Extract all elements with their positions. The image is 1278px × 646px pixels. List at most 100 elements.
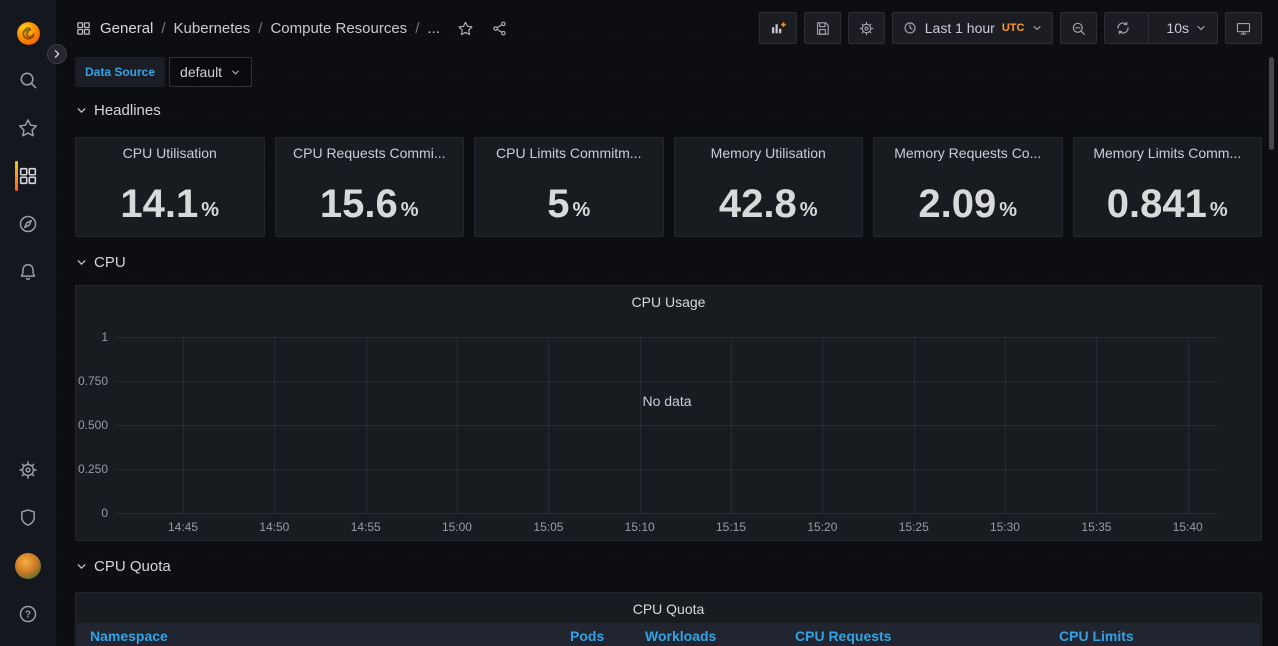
search-icon (20, 72, 37, 89)
share-alt-icon (493, 21, 506, 35)
chevron-down-icon (75, 104, 88, 117)
page-scrollbar[interactable] (1269, 57, 1274, 150)
breadcrumb-item-compute-resources[interactable]: Compute Resources (270, 20, 407, 37)
datasource-variable-dropdown[interactable]: default (169, 57, 253, 87)
dashboard-main: General / Kubernetes / Compute Resources… (56, 0, 1278, 646)
sidebar-item-search[interactable] (0, 60, 56, 100)
column-header-pods[interactable]: Pods (570, 628, 604, 644)
x-axis-tick: 15:25 (898, 520, 929, 534)
gear-icon (859, 21, 874, 35)
column-header-cpu-limits[interactable]: CPU Limits (1059, 628, 1134, 644)
panel-title[interactable]: Memory Utilisation (675, 145, 863, 161)
sidebar-item-alerting[interactable] (0, 252, 56, 292)
template-variables: Data Source default (75, 57, 253, 87)
section-header-cpu[interactable]: CPU (75, 254, 126, 271)
refresh-dashboard-button[interactable] (1105, 13, 1141, 43)
stat-panel-memory-utilisation: Memory Utilisation 42.8% (673, 137, 863, 237)
x-axis-tick: 14:45 (167, 520, 199, 534)
x-axis-tick: 15:15 (716, 520, 747, 534)
share-dashboard-button[interactable] (491, 20, 508, 37)
dashboard-settings-button[interactable] (847, 12, 885, 44)
x-axis-tick: 15:30 (989, 520, 1020, 534)
panel-title[interactable]: Memory Limits Comm... (1074, 145, 1262, 161)
stat-value: 15.6 (319, 182, 398, 226)
refresh-icon (1117, 21, 1130, 35)
stat-panel-cpu-utilisation: CPU Utilisation 14.1% (75, 137, 265, 237)
column-header-cpu-requests[interactable]: CPU Requests (795, 628, 891, 644)
dashboards-icon (19, 167, 37, 185)
grafana-logo-icon (16, 21, 40, 45)
sidebar: ? (0, 0, 56, 646)
chevron-down-icon (1033, 25, 1042, 31)
stat-value: 5 (547, 182, 570, 226)
stat-panel-cpu-limits-commitment: CPU Limits Commitm... 5% (474, 137, 664, 237)
chevron-down-icon (75, 256, 88, 269)
y-axis-tick: 0 (101, 506, 108, 520)
grafana-dashboard: ? General / Kubernetes / Compute Resourc… (0, 0, 1278, 646)
column-header-workloads[interactable]: Workloads (645, 628, 716, 644)
panel-title[interactable]: CPU Limits Commitm... (475, 145, 663, 161)
sidebar-item-dashboards[interactable] (0, 156, 56, 196)
time-range-picker[interactable]: Last 1 hour UTC (891, 12, 1054, 44)
star-dashboard-button[interactable] (457, 20, 474, 37)
stat-unit: % (400, 198, 419, 221)
sidebar-item-help[interactable]: ? (0, 594, 56, 634)
refresh-interval-dropdown[interactable]: 10s (1156, 13, 1217, 43)
y-axis-tick: 0.500 (77, 418, 108, 432)
column-header-namespace[interactable]: Namespace (90, 628, 168, 644)
refresh-group: 10s (1104, 12, 1218, 44)
panel-title[interactable]: Memory Requests Co... (874, 145, 1062, 161)
stat-value: 14.1 (120, 182, 199, 226)
chevron-down-icon (1197, 25, 1205, 31)
time-range-label: Last 1 hour (924, 20, 995, 36)
stat-value: 42.8 (718, 182, 797, 226)
section-title: Headlines (94, 102, 161, 119)
section-header-cpu-quota[interactable]: CPU Quota (75, 558, 171, 575)
panel-title[interactable]: CPU Utilisation (76, 145, 264, 161)
sidebar-expand-button[interactable] (47, 44, 67, 64)
save-dashboard-button[interactable] (803, 12, 841, 44)
svg-text:?: ? (25, 610, 31, 621)
chart-plot-area: 14:45 14:50 14:55 15:00 15:05 15:10 15:1… (116, 337, 1218, 534)
x-axis-tick: 15:35 (1081, 520, 1112, 534)
panel-title[interactable]: CPU Quota (76, 601, 1261, 617)
refresh-interval-value: 10s (1166, 20, 1189, 36)
zoom-out-time-button[interactable] (1060, 12, 1098, 44)
star-icon (458, 21, 473, 35)
sidebar-item-starred[interactable] (0, 108, 56, 148)
headlines-stats-row: CPU Utilisation 14.1% CPU Requests Commi… (75, 137, 1262, 237)
zoom-out-icon (1073, 22, 1086, 35)
sidebar-item-user-profile[interactable] (0, 546, 56, 586)
section-header-headlines[interactable]: Headlines (75, 102, 161, 119)
shield-icon (21, 509, 35, 526)
datasource-variable-value: default (180, 64, 223, 80)
star-icon (18, 119, 38, 137)
sidebar-item-server-admin[interactable] (0, 498, 56, 538)
cycle-view-mode-button[interactable] (1225, 12, 1262, 44)
sidebar-item-explore[interactable] (0, 204, 56, 244)
stat-unit: % (201, 198, 220, 221)
breadcrumb-item-general[interactable]: General (100, 20, 153, 37)
panel-title[interactable]: CPU Requests Commi... (276, 145, 464, 161)
grafana-logo[interactable] (0, 13, 56, 53)
help-icon: ? (19, 605, 37, 623)
gear-icon (19, 461, 37, 479)
panel-title[interactable]: CPU Usage (76, 294, 1261, 310)
breadcrumb-item-truncated: ... (427, 19, 440, 37)
x-axis-tick: 15:40 (1172, 520, 1203, 534)
x-axis-tick: 15:05 (533, 520, 564, 534)
stat-unit: % (999, 198, 1018, 221)
add-panel-button[interactable] (758, 12, 797, 44)
chevron-down-icon (75, 560, 88, 573)
sidebar-item-configuration[interactable] (0, 450, 56, 490)
breadcrumb-separator: / (258, 19, 263, 37)
datasource-variable-label: Data Source (75, 57, 166, 87)
breadcrumb-item-kubernetes[interactable]: Kubernetes (174, 20, 251, 37)
no-data-message: No data (642, 393, 692, 409)
stat-unit: % (1209, 198, 1228, 221)
bell-icon (20, 263, 36, 281)
section-title: CPU Quota (94, 558, 171, 575)
active-section-indicator (15, 161, 18, 191)
timezone-label: UTC (1001, 22, 1025, 34)
stat-value: 2.09 (918, 182, 997, 226)
